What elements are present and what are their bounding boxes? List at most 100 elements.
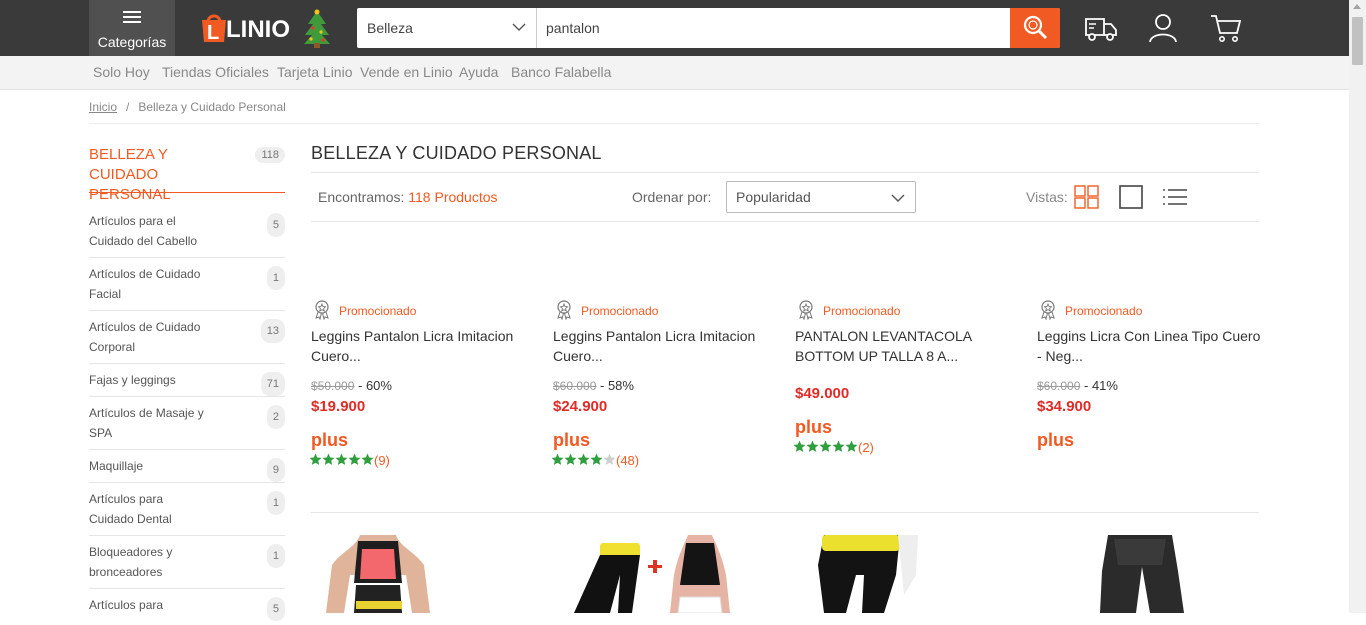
logo-text: LINIO xyxy=(226,16,290,43)
breadcrumb-home[interactable]: Inicio xyxy=(89,100,117,114)
star-icon xyxy=(577,453,590,465)
categories-button[interactable]: Categorías xyxy=(89,0,175,56)
product-name[interactable]: Leggins Licra Con Linea Tipo Cuero - Neg… xyxy=(1037,326,1262,366)
award-ribbon-icon xyxy=(557,300,571,320)
product-name[interactable]: PANTALON LEVANTACOLA BOTTOM UP TALLA 8 A… xyxy=(795,326,1020,366)
sidebar-item-bloqueadores[interactable]: Bloqueadores y bronceadores 1 xyxy=(89,542,285,589)
product-rating: (48) xyxy=(551,453,776,471)
page-title: BELLEZA Y CUIDADO PERSONAL xyxy=(311,143,602,163)
sort-value: Popularidad xyxy=(736,189,811,205)
original-price: $60.000 xyxy=(553,379,597,393)
secondary-nav: Solo Hoy Tiendas Oficiales Tarjeta Linio… xyxy=(0,56,1349,90)
review-count[interactable]: (9) xyxy=(374,453,390,468)
sidebar-category-count: 118 xyxy=(255,147,285,163)
sidebar-item-count: 71 xyxy=(260,372,285,396)
product-image[interactable] xyxy=(318,535,438,613)
sidebar-item-articulos-para[interactable]: Artículos para 5 xyxy=(89,595,285,625)
sidebar-item-label: Artículos de Masaje y SPA xyxy=(89,406,204,440)
star-icon xyxy=(309,453,322,465)
product-card[interactable]: Promocionado Leggins Pantalon Licra Imit… xyxy=(551,300,778,471)
nav-solo-hoy[interactable]: Solo Hoy xyxy=(93,64,150,80)
list-view-icon[interactable] xyxy=(1162,185,1188,209)
star-icon xyxy=(348,453,361,465)
product-name[interactable]: Leggins Pantalon Licra Imitacion Cuero..… xyxy=(311,326,536,366)
breadcrumb: Inicio / Belleza y Cuidado Personal xyxy=(89,100,286,114)
nav-banco-falabella[interactable]: Banco Falabella xyxy=(511,64,611,80)
discount-percent: - 60% xyxy=(354,378,392,393)
promoted-badge: Promocionado xyxy=(1037,300,1262,320)
sort-select[interactable]: Popularidad xyxy=(726,181,916,213)
star-icon xyxy=(819,440,832,452)
sidebar-item-cuidado-cabello[interactable]: Artículos para el Cuidado del Cabello 5 xyxy=(89,211,285,258)
product-name[interactable]: Leggins Pantalon Licra Imitacion Cuero..… xyxy=(553,326,778,366)
page-scrollbar[interactable] xyxy=(1349,0,1366,613)
current-price: $49.000 xyxy=(795,385,850,402)
current-price: $24.900 xyxy=(553,398,608,415)
sidebar-item-masaje-spa[interactable]: Artículos de Masaje y SPA 2 xyxy=(89,403,285,450)
star-rating-icons xyxy=(793,440,858,455)
review-count[interactable]: (48) xyxy=(616,453,639,468)
promoted-label: Promocionado xyxy=(581,304,659,318)
sidebar-category-header[interactable]: BELLEZA Y CUIDADO PERSONAL 118 xyxy=(89,145,285,203)
plus-badge: plus xyxy=(1037,430,1075,450)
star-icon xyxy=(564,453,577,465)
promoted-label: Promocionado xyxy=(339,304,417,318)
search-input[interactable] xyxy=(538,8,1010,48)
discount-percent: - 58% xyxy=(596,378,634,393)
shopping-cart-icon[interactable] xyxy=(1208,10,1244,46)
search-button[interactable] xyxy=(1010,8,1060,48)
star-icon xyxy=(361,453,374,465)
product-image[interactable] xyxy=(570,535,750,613)
review-count[interactable]: (2) xyxy=(858,440,874,455)
product-image[interactable] xyxy=(800,535,920,613)
star-rating-icons xyxy=(551,453,616,468)
nav-ayuda[interactable]: Ayuda xyxy=(459,64,498,80)
sidebar-item-cuidado-dental[interactable]: Artículos para Cuidado Dental 1 xyxy=(89,489,285,536)
promoted-badge: Promocionado xyxy=(553,300,778,320)
promoted-label: Promocionado xyxy=(1065,304,1143,318)
product-card[interactable]: Promocionado Leggins Licra Con Linea Tip… xyxy=(1037,300,1262,452)
star-icon xyxy=(806,440,819,452)
menu-icon xyxy=(123,11,141,26)
sidebar-item-fajas-leggings[interactable]: Fajas y leggings 71 xyxy=(89,370,285,397)
top-header: Categorías L LINIO Belleza xyxy=(0,0,1349,56)
product-image[interactable] xyxy=(1080,535,1200,613)
sidebar-item-count: 13 xyxy=(260,319,285,343)
sidebar-item-label: Artículos para Cuidado Dental xyxy=(89,492,172,526)
breadcrumb-current: Belleza y Cuidado Personal xyxy=(138,100,286,114)
product-card[interactable]: Promocionado PANTALON LEVANTACOLA BOTTOM… xyxy=(793,300,1020,458)
nav-tarjeta-linio[interactable]: Tarjeta Linio xyxy=(277,64,353,80)
sidebar-item-maquillaje[interactable]: Maquillaje 9 xyxy=(89,456,285,483)
plus-badge: plus xyxy=(795,417,833,437)
results-count: Encontramos: 118 Productos xyxy=(318,189,498,205)
user-account-icon[interactable] xyxy=(1145,10,1181,46)
sidebar-item-cuidado-facial[interactable]: Artículos de Cuidado Facial 1 xyxy=(89,264,285,311)
search-bar: Belleza xyxy=(357,8,1060,48)
sidebar-item-label: Maquillaje xyxy=(89,459,144,473)
scroll-up-arrow-icon[interactable] xyxy=(1353,4,1361,9)
nav-vende-en-linio[interactable]: Vende en Linio xyxy=(360,64,453,80)
single-view-icon[interactable] xyxy=(1118,185,1144,209)
product-card[interactable]: Promocionado Leggins Pantalon Licra Imit… xyxy=(309,300,536,471)
scroll-thumb[interactable] xyxy=(1352,17,1363,65)
search-icon xyxy=(1023,15,1048,40)
price-original-row: $60.000 - 41% xyxy=(1037,378,1262,398)
sidebar-item-count: 9 xyxy=(266,458,285,482)
department-select[interactable]: Belleza xyxy=(357,8,537,48)
sidebar-item-count: 2 xyxy=(266,405,285,429)
shipping-truck-icon[interactable] xyxy=(1083,10,1119,46)
star-icon xyxy=(845,440,858,452)
star-icon xyxy=(322,453,335,465)
results-number: 118 Productos xyxy=(408,189,498,205)
divider xyxy=(89,123,1259,124)
award-ribbon-icon xyxy=(1041,300,1055,320)
sidebar-item-count: 1 xyxy=(266,544,285,568)
star-icon xyxy=(603,453,616,465)
original-price: $50.000 xyxy=(311,379,355,393)
nav-tiendas-oficiales[interactable]: Tiendas Oficiales xyxy=(162,64,269,80)
grid-view-icon[interactable] xyxy=(1074,185,1100,209)
chevron-down-icon xyxy=(512,23,526,31)
results-prefix: Encontramos: xyxy=(318,189,405,205)
sidebar-item-cuidado-corporal[interactable]: Artículos de Cuidado Corporal 13 xyxy=(89,317,285,364)
promoted-badge: Promocionado xyxy=(311,300,536,320)
